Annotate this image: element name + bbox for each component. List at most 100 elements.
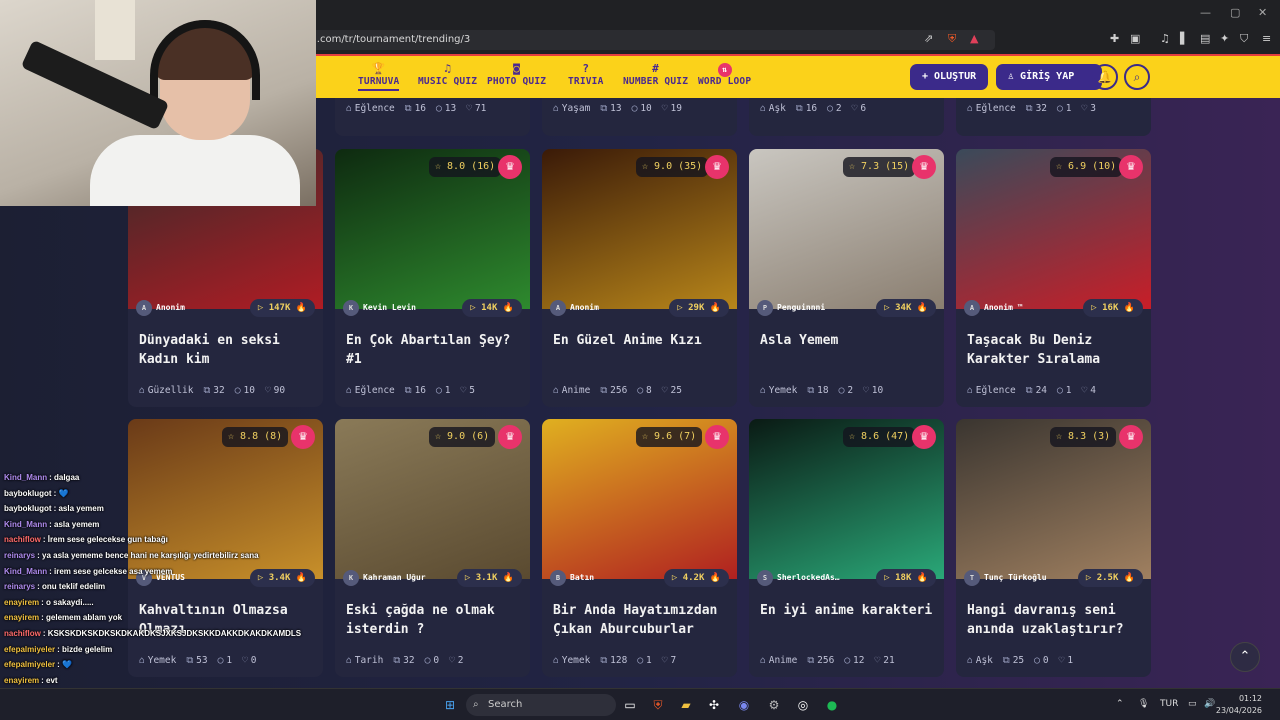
nav-word-loop[interactable]: ⇅ WORD LOOP [698,62,751,87]
card-title[interactable]: Bir Anda Hayatımızdan Çıkan Aburcuburlar [553,601,731,639]
maximize-icon[interactable]: ▢ [1230,6,1240,19]
tournament-card[interactable]: ⌂ Aşk ⧉ 16 ◯ 2 ♡ 6 [749,98,944,136]
tournament-card[interactable]: ☆ 6.9 (10) ♛ A Anonim ™ ▷ 16K 🔥 Taşacak Bu De… [956,149,1151,407]
tournament-card[interactable]: ☆ 7.3 (15) ♛ P Penguinnni ▷ 34K 🔥 Asla Yemem ⌂… [749,149,944,407]
category-stat: ⌂ Yemek [760,385,797,396]
likes-stat: ♡ 5 [461,385,475,396]
card-title[interactable]: En Çok Abartılan Şey? #1 [346,331,524,369]
extension-icon[interactable]: ✚ [1110,32,1119,45]
card-author[interactable]: A Anonim ™ [964,299,1023,317]
create-button[interactable]: + OLUŞTUR [910,64,989,90]
card-author[interactable]: A Anonim [550,299,599,317]
tournament-card[interactable]: ⌂ Yaşam ⧉ 13 ◯ 10 ♡ 19 [542,98,737,136]
sidebar-icon[interactable]: ▌ [1180,32,1188,45]
card-title[interactable]: Hangi davranış seni anında uzaklaştırır? [967,601,1145,639]
tag-icon: ⌂ [760,103,766,114]
card-author[interactable]: K Kahraman Uğur [343,569,426,587]
scroll-to-top-button[interactable]: ⌃ [1230,642,1260,672]
windows-start-icon[interactable]: ⊞ [440,695,460,715]
card-meta: ⌂ Yemek ⧉ 18 ◯ 2 ♡ 10 [760,383,940,399]
microphone-icon[interactable]: 🎙 [1138,699,1149,709]
category-stat: ⌂ Eğlence [967,385,1016,396]
tournament-card[interactable]: ☆ 9.0 (35) ♛ A Anonim ▷ 29K 🔥 En Güzel Anime … [542,149,737,407]
comments-value: 2 [847,385,854,396]
card-title[interactable]: Asla Yemem [760,331,938,350]
vpn-icon[interactable]: ⛉ [1240,32,1248,46]
items-value: 13 [610,103,622,114]
screenshot-icon[interactable]: ▣ [1130,32,1140,45]
address-bar[interactable]: i.com/tr/tournament/trending/3 [300,30,995,50]
tournament-card[interactable]: ☆ 9.6 (7) ♛ B Batın ▷ 4.2K 🔥 Bir Anda Hayatım… [542,419,737,677]
tournament-card[interactable]: ⌂ Eğlence ⧉ 16 ◯ 13 ♡ 71 [335,98,530,136]
heart-icon: ♡ [460,385,467,396]
nav-number-quiz[interactable]: # NUMBER QUIZ [623,62,688,87]
card-title[interactable]: Eski çağda ne olmak isterdin ? [346,601,524,639]
tray-chevron-icon[interactable]: ⌃ [1116,699,1124,709]
items-value: 16 [414,385,427,396]
close-icon[interactable]: ✕ [1258,6,1267,19]
chat-username: enayirem [4,597,40,607]
tournament-card[interactable]: ☆ 8.6 (47) ♛ S SherlockedAs… ▷ 18K 🔥 En iyi a… [749,419,944,677]
nav-turnuva[interactable]: 🏆 TURNUVA [358,62,400,91]
ai-icon[interactable]: ✦ [1220,32,1229,45]
card-author[interactable]: K Kevin Levin [343,299,416,317]
menu-icon[interactable]: ≡ [1262,32,1271,45]
media-icon[interactable]: ♫ [1160,32,1170,45]
comments-value: 2 [835,103,842,114]
tournament-card[interactable]: ☆ 8.3 (3) ♛ T Tunç Türkoğlu ▷ 2.5K 🔥 Hangi da… [956,419,1151,677]
fire-icon: 🔥 [290,303,307,313]
app-icon[interactable]: ✣ [704,695,724,715]
spotify-icon[interactable]: ● [822,695,842,715]
card-author[interactable]: A Anonim [136,299,185,317]
card-author[interactable]: B Batın [550,569,594,587]
volume-icon[interactable]: 🔊 [1204,699,1215,709]
likes-stat: ♡ 90 [265,385,285,396]
likes-stat: ♡ 4 [1082,385,1096,396]
likes-stat: ♡ 25 [662,385,682,396]
heart-icon: ♡ [1081,385,1088,396]
file-explorer-icon[interactable]: ▰ [676,695,696,715]
card-title[interactable]: En Güzel Anime Kızı [553,331,731,350]
brave-browser-icon[interactable]: ⛨ [648,695,668,715]
items-stat: ⧉ 32 [393,655,414,666]
share-icon[interactable]: ⇗ [924,32,933,45]
comments-value: 13 [444,103,457,114]
card-author[interactable]: P Penguinnni [757,299,825,317]
items-value: 256 [610,385,628,396]
likes-stat: ♡ 3 [1082,103,1096,114]
card-title[interactable]: Taşacak Bu Deniz Karakter Sıralama [967,331,1145,369]
notifications-icon[interactable]: 🔔 [1092,64,1118,90]
chat-message: enayirem: o sakaydi..... [0,595,310,611]
obs-icon[interactable]: ◎ [793,695,813,715]
card-title[interactable]: Dünyadaki en seksi Kadın kim [139,331,317,369]
discord-icon[interactable]: ◉ [734,695,754,715]
brave-shield-icon[interactable]: ⛨ [948,32,956,46]
likes-value: 71 [474,103,487,114]
tournament-card[interactable]: ☆ 8.0 (16) ♛ K Kevin Levin ▷ 14K 🔥 En Çok Aba… [335,149,530,407]
settings-icon[interactable]: ⚙ [764,695,784,715]
word-loop-icon: ⇅ [717,63,732,77]
taskbar-search[interactable]: ⌕ Search [466,694,616,716]
minimize-icon[interactable]: — [1200,6,1211,19]
tournament-card[interactable]: ☆ 9.0 (6) ♛ K Kahraman Uğur ▷ 3.1K 🔥 Eski çağ… [335,419,530,677]
card-title[interactable]: En iyi anime karakteri [760,601,938,620]
search-icon[interactable]: ⌕ [1124,64,1150,90]
nav-photo-quiz[interactable]: ◙ PHOTO QUIZ [487,62,546,87]
language-indicator[interactable]: TUR [1160,699,1178,709]
clock[interactable]: 01:12 23/04/2026 [1216,693,1262,717]
tournament-card[interactable]: ⌂ Eğlence ⧉ 32 ◯ 1 ♡ 3 [956,98,1151,136]
login-button[interactable]: ♙ GİRİŞ YAP [996,64,1102,90]
views-count: 14K [481,303,498,313]
items-value: 32 [403,655,415,666]
network-icon[interactable]: ▭ [1188,699,1197,709]
rewards-icon[interactable]: ▲ [970,32,978,45]
chat-username: Kind_Mann [4,473,48,482]
card-author[interactable]: T Tunç Türkoğlu [964,569,1047,587]
login-label: GİRİŞ YAP [1020,71,1075,82]
nav-music-quiz[interactable]: ♫ MUSIC QUIZ [418,62,477,87]
task-view-icon[interactable]: ▭ [620,695,640,715]
user-icon: ♙ [1008,71,1021,82]
nav-trivia[interactable]: ? TRIVIA [568,62,604,87]
wallet-icon[interactable]: ▤ [1200,32,1210,45]
card-author[interactable]: S SherlockedAs… [757,569,840,587]
